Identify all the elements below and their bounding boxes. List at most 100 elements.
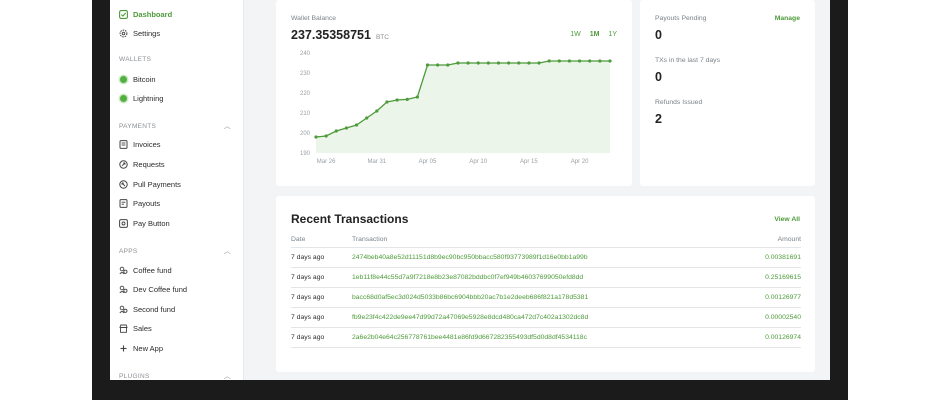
sidebar-item-label: Coffee fund (133, 265, 172, 275)
manage-link[interactable]: Manage (775, 15, 800, 22)
balance-point (436, 63, 440, 67)
invoice-icon (119, 139, 128, 149)
table-row: 7 days ago 1eb11f8e44c55d7a9f7218e8b23e8… (291, 268, 801, 288)
x-tick-label: Mar 31 (367, 159, 386, 165)
balance-point (334, 129, 338, 133)
sidebar: Dashboard Settings WALLETS Bitcoin Light… (110, 0, 244, 380)
y-tick-label: 200 (300, 131, 311, 137)
tx-id-link[interactable]: 2474beb40a8e52d11151d8b9ec90bc950bbacc58… (352, 254, 722, 261)
balance-point (415, 95, 419, 99)
range-1w-button[interactable]: 1W (570, 31, 581, 38)
wallet-balance-card: Wallet Balance 237.35358751 BTC 1W 1M 1Y… (276, 0, 632, 186)
tx-id-link[interactable]: bacc68d0af5ec3d024d5033b86bc6904bbb20ac7… (352, 294, 722, 301)
x-tick-label: Apr 05 (419, 159, 437, 165)
stats-card: Payouts Pending Manage 0 TXs in the last… (640, 0, 815, 186)
balance-point (557, 59, 561, 63)
sidebar-item-lightning[interactable]: Lightning (119, 91, 163, 105)
sidebar-item-dev-coffee-fund[interactable]: Dev Coffee fund (119, 282, 187, 296)
sidebar-item-payouts[interactable]: Payouts (119, 196, 160, 210)
sidebar-item-coffee-fund[interactable]: Coffee fund (119, 263, 172, 277)
sidebar-item-pull-payments[interactable]: Pull Payments (119, 177, 181, 191)
transactions-table: Date Transaction Amount 7 days ago 2474b… (291, 232, 801, 348)
sidebar-item-label: Invoices (133, 139, 161, 149)
status-dot-icon (119, 94, 128, 103)
view-all-link[interactable]: View All (774, 216, 800, 223)
gear-icon (119, 29, 128, 38)
tx-amount: 0.25169615 (765, 274, 801, 281)
tx-date: 7 days ago (291, 314, 325, 321)
balance-point (385, 100, 389, 104)
sidebar-item-settings[interactable]: Settings (119, 26, 160, 40)
balance-area (316, 61, 610, 153)
table-row: 7 days ago fb9e23f4c422de9ee47d99d72a470… (291, 308, 801, 328)
table-row: 7 days ago 2a6e2b04e64c256778761bee4481e… (291, 328, 801, 348)
tx-amount: 0.00126977 (765, 294, 801, 301)
section-heading-payments[interactable]: PAYMENTS ︿ (119, 121, 231, 131)
crowdfund-icon (119, 285, 128, 294)
column-header-date: Date (291, 236, 306, 243)
txs-last-7-days-label: TXs in the last 7 days (655, 57, 720, 64)
txs-last-7-days-value: 0 (655, 70, 662, 84)
tx-amount: 0.00381691 (765, 254, 801, 261)
sidebar-item-bitcoin[interactable]: Bitcoin (119, 72, 156, 86)
wallet-balance-chart: 190 200 210 220 230 240 Mar 26 Mar 31 Apr 05 Apr … (300, 51, 612, 165)
sidebar-item-requests[interactable]: Requests (119, 157, 165, 171)
section-heading-plugins[interactable]: PLUGINS ︿ (119, 371, 231, 381)
balance-point (547, 59, 551, 63)
balance-point (567, 59, 572, 63)
balance-point (496, 61, 501, 65)
chevron-up-icon: ︿ (223, 123, 231, 130)
balance-point (517, 61, 521, 65)
balance-point (466, 61, 470, 65)
table-row: 7 days ago bacc68d0af5ec3d024d5033b86bc6… (291, 288, 801, 308)
balance-point (486, 61, 490, 65)
sidebar-item-label: Requests (133, 159, 165, 169)
section-heading-apps[interactable]: APPS ︿ (119, 246, 231, 256)
balance-point (537, 61, 541, 65)
tx-id-link[interactable]: 2a6e2b04e64c256778761bee4481e86fd9d66728… (352, 334, 722, 341)
range-1y-button[interactable]: 1Y (608, 31, 617, 38)
table-header: Date Transaction Amount (291, 232, 801, 248)
range-1m-button[interactable]: 1M (590, 31, 600, 38)
y-tick-label: 220 (300, 91, 311, 97)
sidebar-item-dashboard[interactable]: Dashboard (119, 7, 172, 21)
x-tick-label: Mar 26 (317, 159, 336, 165)
device-frame-left (92, 0, 110, 380)
sidebar-item-label: Dev Coffee fund (133, 284, 188, 294)
payout-icon (119, 198, 128, 208)
sidebar-item-pay-button[interactable]: Pay Button (119, 216, 170, 230)
sidebar-item-label: Bitcoin (133, 74, 156, 84)
device-frame-bottom (92, 380, 848, 400)
range-selector: 1W 1M 1Y (570, 31, 617, 38)
pay-button-icon (119, 218, 128, 228)
tx-date: 7 days ago (291, 254, 325, 261)
sidebar-item-new-app[interactable]: New App (119, 341, 163, 355)
balance-point (425, 63, 430, 67)
balance-point (577, 59, 582, 63)
x-tick-label: Apr 10 (469, 159, 487, 165)
payouts-pending-value: 0 (655, 28, 662, 42)
y-tick-label: 230 (300, 71, 311, 77)
tx-date: 7 days ago (291, 294, 325, 301)
sidebar-item-label: Lightning (133, 93, 164, 103)
sidebar-item-label: Pay Button (133, 218, 170, 228)
tx-date: 7 days ago (291, 274, 325, 281)
request-icon (119, 159, 128, 169)
store-icon (119, 324, 128, 333)
tx-id-link[interactable]: 1eb11f8e44c55d7a9f7218e8b23e87082bddbc0f… (352, 274, 722, 281)
crowdfund-icon (119, 305, 128, 314)
sidebar-item-label: Sales (133, 323, 152, 333)
balance-point (395, 98, 399, 102)
balance-point (375, 109, 379, 113)
recent-transactions-title: Recent Transactions (291, 212, 409, 226)
column-header-transaction: Transaction (352, 236, 388, 243)
sidebar-item-label: Settings (133, 28, 161, 38)
sidebar-item-sales[interactable]: Sales (119, 321, 152, 335)
sidebar-item-second-fund[interactable]: Second fund (119, 302, 175, 316)
balance-unit: BTC (375, 34, 389, 41)
sidebar-item-invoices[interactable]: Invoices (119, 137, 161, 151)
balance-point (507, 61, 511, 65)
tx-id-link[interactable]: fb9e23f4c422de9ee47d99d72a47069e5928e8dc… (352, 314, 722, 321)
y-tick-label: 240 (300, 51, 311, 57)
wallet-balance-value: 237.35358751 BTC (291, 28, 389, 42)
